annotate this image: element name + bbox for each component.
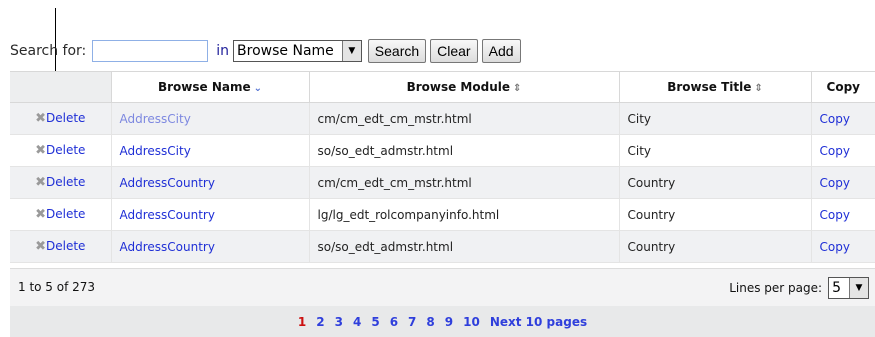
- in-label: in: [216, 43, 230, 59]
- clear-button[interactable]: Clear: [430, 39, 478, 63]
- page-link-8[interactable]: 8: [426, 315, 434, 329]
- copy-link[interactable]: Copy: [820, 112, 850, 126]
- title-cell: City: [619, 134, 812, 167]
- search-field-value: Browse Name: [237, 43, 334, 59]
- name-cell: AddressCountry: [111, 166, 310, 199]
- table-row: ✖Delete AddressCountry cm/cm_edt_cm_mstr…: [10, 166, 875, 199]
- header-browse-module[interactable]: Browse Module ⇕: [309, 71, 620, 103]
- dropdown-arrow-icon[interactable]: ▼: [849, 278, 868, 298]
- delete-cell: ✖Delete: [10, 230, 112, 263]
- page-link-6[interactable]: 6: [390, 315, 398, 329]
- module-cell: cm/cm_edt_cm_mstr.html: [309, 102, 620, 135]
- page-link-2[interactable]: 2: [316, 315, 324, 329]
- name-cell: AddressCountry: [111, 230, 310, 263]
- page-link-3[interactable]: 3: [335, 315, 343, 329]
- browse-name-link[interactable]: AddressCountry: [120, 240, 215, 254]
- lines-per-page-label: Lines per page:: [729, 281, 823, 295]
- next-pages-link[interactable]: Next 10 pages: [490, 315, 587, 329]
- copy-link[interactable]: Copy: [820, 144, 850, 158]
- table-row: ✖Delete AddressCountry lg/lg_edt_rolcomp…: [10, 198, 875, 231]
- x-icon[interactable]: ✖: [35, 207, 46, 222]
- header-actions: [10, 71, 112, 103]
- name-cell: AddressCity: [111, 134, 310, 167]
- copy-link[interactable]: Copy: [820, 176, 850, 190]
- browse-name-link[interactable]: AddressCity: [120, 112, 191, 126]
- name-cell: AddressCountry: [111, 198, 310, 231]
- browse-name-link[interactable]: AddressCountry: [120, 176, 215, 190]
- record-count: 1 to 5 of 273: [18, 280, 96, 294]
- header-label: Browse Title: [667, 80, 752, 94]
- dropdown-arrow-icon[interactable]: ▼: [341, 41, 361, 61]
- delete-link[interactable]: Delete: [46, 207, 85, 221]
- header-label: Browse Name: [157, 80, 251, 94]
- page-link-7[interactable]: 7: [408, 315, 416, 329]
- copy-cell: Copy: [811, 230, 875, 263]
- module-cell: so/so_edt_admstr.html: [309, 134, 620, 167]
- header-browse-title[interactable]: Browse Title ⇕: [619, 71, 812, 103]
- header-browse-name[interactable]: Browse Name ⌄: [111, 71, 310, 103]
- chevron-down-icon[interactable]: ⌄: [254, 83, 262, 94]
- sort-updown-icon[interactable]: ⇕: [513, 83, 521, 94]
- delete-link[interactable]: Delete: [46, 111, 85, 125]
- page-link-10[interactable]: 10: [463, 315, 480, 329]
- copy-cell: Copy: [811, 102, 875, 135]
- delete-cell: ✖Delete: [10, 102, 112, 135]
- header-copy: Copy: [811, 71, 875, 103]
- delete-cell: ✖Delete: [10, 166, 112, 199]
- x-icon[interactable]: ✖: [35, 111, 46, 126]
- lines-per-page: Lines per page: 5 ▼: [729, 277, 869, 299]
- x-icon[interactable]: ✖: [35, 175, 46, 190]
- search-bar: Search for: in Browse Name ▼ Search Clea…: [10, 37, 525, 65]
- copy-cell: Copy: [811, 166, 875, 199]
- lines-per-page-value: 5: [832, 280, 841, 296]
- name-cell: AddressCity: [111, 102, 310, 135]
- page-link-1[interactable]: 1: [298, 315, 306, 329]
- copy-link[interactable]: Copy: [820, 208, 850, 222]
- title-cell: Country: [619, 230, 812, 263]
- search-field-select[interactable]: Browse Name ▼: [233, 40, 362, 62]
- table-row: ✖Delete AddressCountry so/so_edt_admstr.…: [10, 230, 875, 263]
- table-footer: 1 to 5 of 273 Lines per page: 5 ▼: [10, 268, 875, 306]
- table-header-row: Browse Name ⌄ Browse Module ⇕ Browse Title…: [10, 71, 875, 103]
- sort-updown-icon[interactable]: ⇕: [754, 83, 762, 94]
- search-input[interactable]: [92, 40, 209, 62]
- browse-table: Browse Name ⌄ Browse Module ⇕ Browse Title…: [10, 71, 875, 263]
- table-row: ✖Delete AddressCity so/so_edt_admstr.htm…: [10, 134, 875, 167]
- page-link-9[interactable]: 9: [445, 315, 453, 329]
- copy-cell: Copy: [811, 134, 875, 167]
- title-cell: Country: [619, 198, 812, 231]
- add-button[interactable]: Add: [481, 39, 521, 63]
- delete-link[interactable]: Delete: [46, 239, 85, 253]
- browse-name-link[interactable]: AddressCountry: [120, 208, 215, 222]
- title-cell: City: [619, 102, 812, 135]
- pagination: 1 2 3 4 5 6 7 8 9 10 Next 10 pages: [10, 306, 875, 337]
- page-link-5[interactable]: 5: [371, 315, 379, 329]
- module-cell: cm/cm_edt_cm_mstr.html: [309, 166, 620, 199]
- copy-link[interactable]: Copy: [820, 240, 850, 254]
- x-icon[interactable]: ✖: [35, 239, 46, 254]
- x-icon[interactable]: ✖: [35, 143, 46, 158]
- module-cell: lg/lg_edt_rolcompanyinfo.html: [309, 198, 620, 231]
- delete-link[interactable]: Delete: [46, 143, 85, 157]
- delete-link[interactable]: Delete: [46, 175, 85, 189]
- browse-name-link[interactable]: AddressCity: [120, 144, 191, 158]
- table-row: ✖Delete AddressCity cm/cm_edt_cm_mstr.ht…: [10, 102, 875, 135]
- search-label: Search for:: [10, 43, 87, 59]
- delete-cell: ✖Delete: [10, 198, 112, 231]
- copy-cell: Copy: [811, 198, 875, 231]
- title-cell: Country: [619, 166, 812, 199]
- lines-per-page-select[interactable]: 5 ▼: [828, 277, 869, 299]
- search-button[interactable]: Search: [367, 39, 427, 63]
- page-link-4[interactable]: 4: [353, 315, 361, 329]
- header-label: Browse Module: [406, 80, 511, 94]
- delete-cell: ✖Delete: [10, 134, 112, 167]
- module-cell: so/so_edt_admstr.html: [309, 230, 620, 263]
